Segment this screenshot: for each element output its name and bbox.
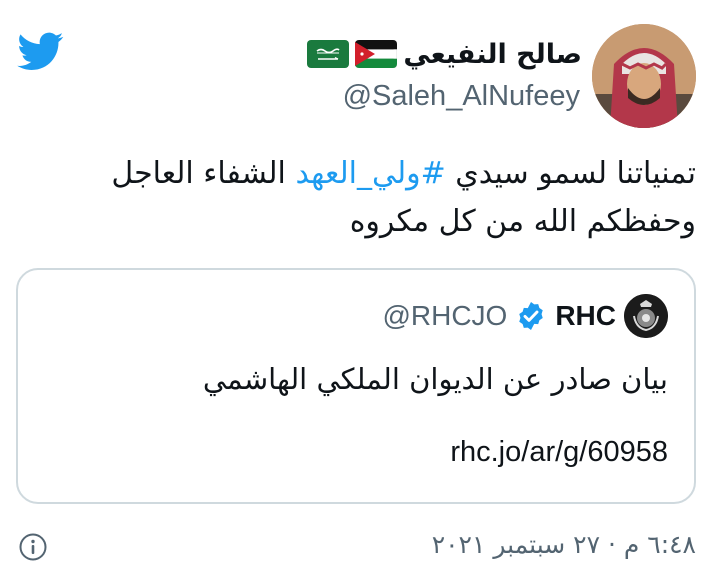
- tweet-text: تمنياتنا لسمو سيدي #ولي_العهد الشفاء الع…: [16, 150, 696, 246]
- quoted-handle[interactable]: @RHCJO: [382, 300, 507, 332]
- info-icon[interactable]: [18, 532, 48, 562]
- quoted-display-name[interactable]: RHC: [555, 300, 616, 332]
- quoted-tweet-text: بيان صادر عن الديوان الملكي الهاشمي: [202, 362, 668, 396]
- quoted-tweet-link[interactable]: rhc.jo/ar/g/60958: [450, 436, 668, 469]
- tweet-text-part: تمنياتنا لسمو سيدي: [445, 156, 696, 191]
- rhc-emblem-icon[interactable]: [624, 294, 668, 338]
- jordan-flag-icon: [355, 40, 398, 68]
- tweet-timestamp[interactable]: ٦:٤٨ م · ٢٧ سبتمبر ٢٠٢١: [432, 530, 696, 559]
- verified-badge-icon: [519, 302, 544, 330]
- hashtag-link[interactable]: #ولي_العهد: [295, 156, 445, 191]
- quoted-tweet-card[interactable]: RHC @RHCJO بيان صادر عن الديوان الملكي ا…: [16, 268, 696, 504]
- avatar[interactable]: [592, 24, 696, 128]
- user-handle[interactable]: @Saleh_AlNufeey: [343, 80, 580, 113]
- display-name-row: صالح النفيعي: [307, 34, 582, 74]
- saudi-flag-icon: [307, 40, 350, 68]
- quoted-tweet-header: RHC @RHCJO: [382, 294, 668, 338]
- display-name[interactable]: صالح النفيعي: [403, 39, 582, 70]
- twitter-bird-icon[interactable]: [14, 28, 68, 74]
